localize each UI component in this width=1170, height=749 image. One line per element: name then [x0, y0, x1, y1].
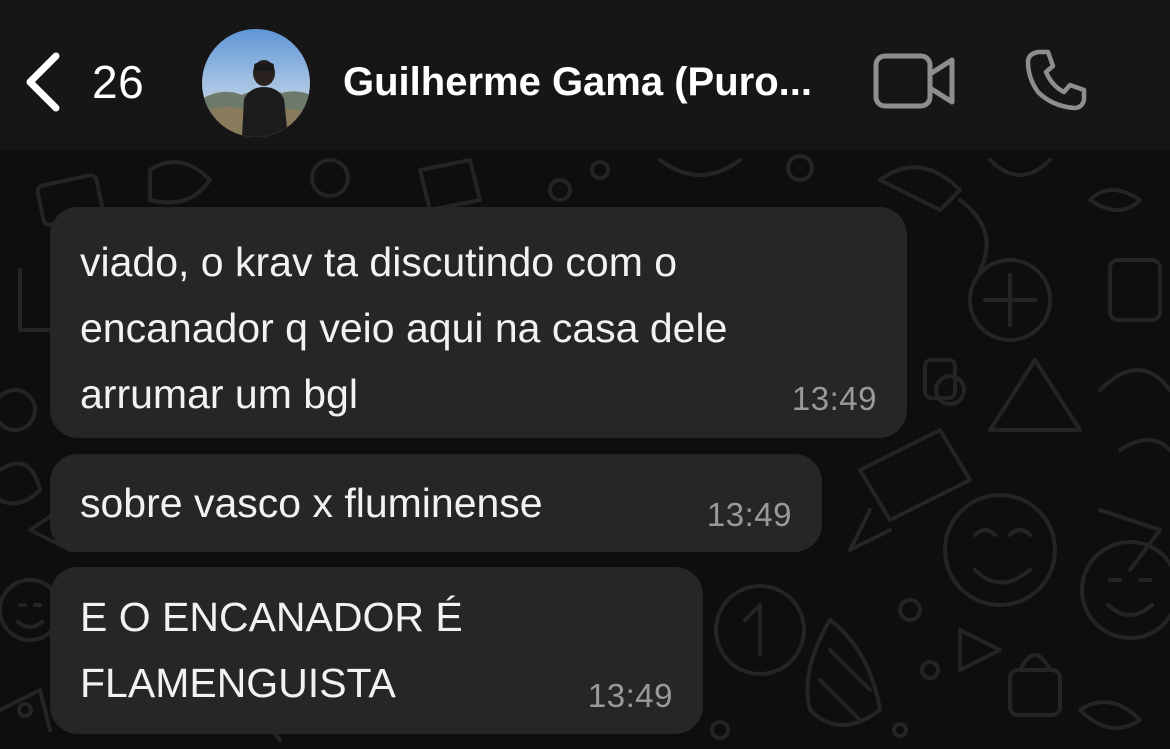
message-bubble[interactable]: sobre vasco x fluminense 13:49: [50, 454, 822, 552]
message-text: sobre vasco x fluminense: [80, 480, 543, 526]
message-timestamp: 13:49: [587, 677, 673, 714]
back-button[interactable]: 26: [20, 50, 144, 114]
message-timestamp: 13:49: [706, 496, 792, 533]
message-bubble[interactable]: E O ENCANADOR É FLAMENGUISTA 13:49: [50, 567, 703, 734]
chevron-left-icon[interactable]: [20, 50, 64, 114]
chat-screen: 26 Guilherme Gama (Puro... viado, o krav…: [0, 0, 1170, 749]
voice-call-button[interactable]: [1024, 48, 1088, 112]
phone-icon[interactable]: [1024, 49, 1088, 116]
message-bubble[interactable]: viado, o krav ta discutindo com o encana…: [50, 207, 907, 438]
video-call-button[interactable]: [873, 52, 957, 110]
unread-count[interactable]: 26: [92, 55, 144, 109]
message-text: viado, o krav ta discutindo com o encana…: [80, 239, 728, 417]
chat-header: 26 Guilherme Gama (Puro...: [0, 0, 1170, 150]
chat-background: viado, o krav ta discutindo com o encana…: [0, 150, 1170, 749]
video-camera-icon[interactable]: [873, 53, 957, 114]
avatar[interactable]: [202, 29, 310, 137]
message-text: E O ENCANADOR É FLAMENGUISTA: [80, 594, 463, 706]
message-timestamp: 13:49: [791, 380, 877, 417]
contact-name[interactable]: Guilherme Gama (Puro...: [343, 60, 853, 105]
